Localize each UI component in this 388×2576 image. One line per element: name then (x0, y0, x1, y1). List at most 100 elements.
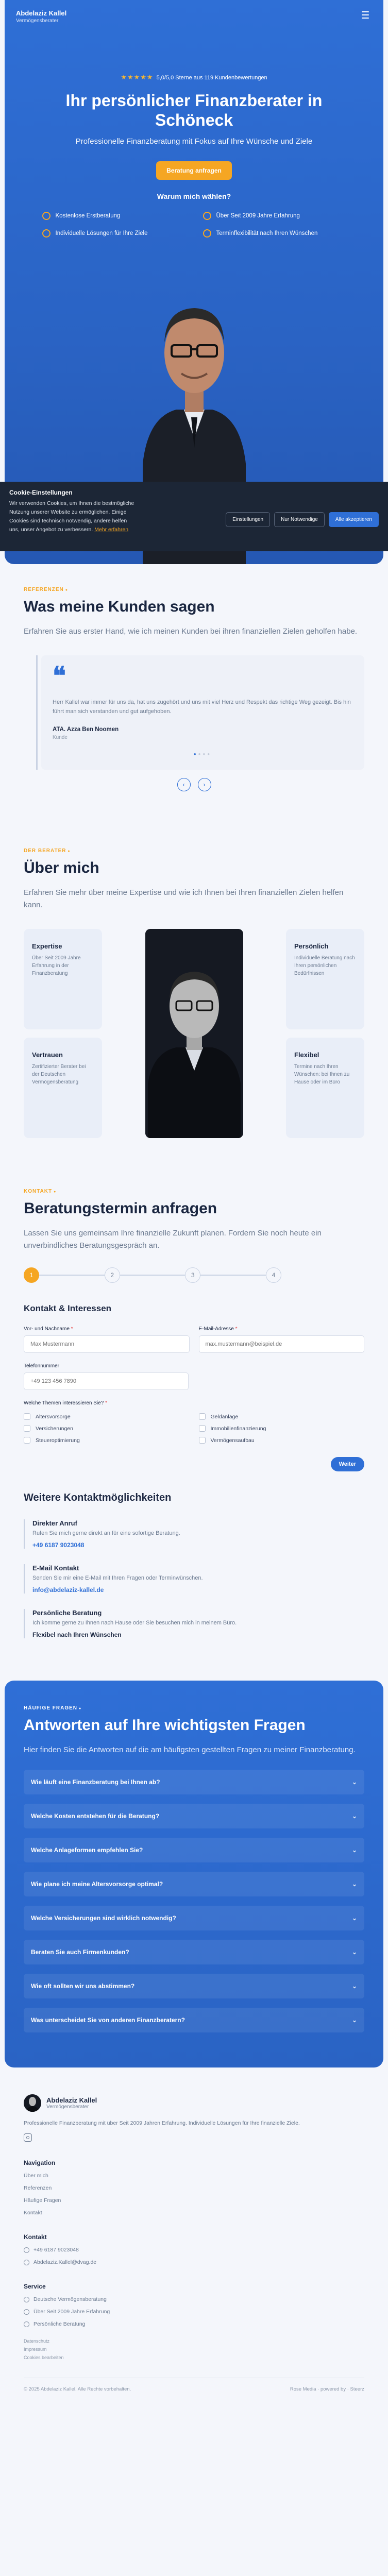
phone-link[interactable]: +49 6187 9023048 (32, 1541, 364, 1549)
cookie-banner: Cookie-Einstellungen Wir verwenden Cooki… (0, 482, 388, 551)
hero-lead: Professionelle Finanzberatung mit Fokus … (75, 137, 313, 146)
footer-name: Abdelaziz Kallel (46, 2096, 97, 2104)
topic-checkbox[interactable]: Steueroptimierung (24, 1437, 190, 1444)
topic-checkbox[interactable]: Geldanlage (198, 1413, 365, 1420)
section-intro: Lassen Sie uns gemeinsam Ihre finanziell… (24, 1229, 322, 1250)
quote-icon: ❝ (53, 662, 66, 690)
contact-block-text: Ich komme gerne zu Ihnen nach Hause oder… (32, 1620, 237, 1626)
cookie-settings-link[interactable]: Cookies bearbeiten (24, 2355, 364, 2360)
topic-checkbox[interactable]: Versicherungen (24, 1425, 190, 1432)
topic-checkbox[interactable]: Immobilienfinanzierung (198, 1425, 365, 1432)
section-title: Antworten auf Ihre wichtigsten Fragen (24, 1717, 306, 1734)
name-label: Vor- und Nachname * (24, 1326, 73, 1332)
name-input[interactable] (24, 1335, 190, 1353)
section-kicker: Der Berater (24, 848, 364, 854)
check-icon (24, 2296, 29, 2302)
carousel-dots[interactable]: ●●●● (53, 752, 353, 756)
faq-item[interactable]: Welche Versicherungen sind wirklich notw… (24, 1906, 364, 1930)
about-box-text: Zertifizierter Berater bei der Deutschen… (32, 1064, 86, 1085)
check-icon (24, 2309, 29, 2315)
chevron-right-icon[interactable]: › (197, 778, 211, 791)
faq-question: Wie plane ich meine Altersvorsorge optim… (31, 1880, 163, 1888)
faq-question: Beraten Sie auch Firmenkunden? (31, 1948, 129, 1956)
faq-item[interactable]: Wie oft sollten wir uns abstimmen? ⌄ (24, 1974, 364, 1998)
cookie-accept-button[interactable]: Alle akzeptieren (328, 512, 379, 527)
faq-item[interactable]: Welche Anlageformen empfehlen Sie? ⌄ (24, 1838, 364, 1862)
mail-icon (24, 2259, 29, 2265)
chevron-left-icon[interactable]: ‹ (177, 778, 191, 791)
email-link[interactable]: info@abdelaziz-kallel.de (32, 1586, 364, 1594)
request-consultation-button[interactable]: Beratung anfragen (156, 161, 232, 180)
phone-input[interactable] (24, 1372, 189, 1390)
footer-nav-link[interactable]: Kontakt (24, 2210, 364, 2216)
topic-label: Altersvorsorge (36, 1413, 71, 1420)
checkbox-icon[interactable] (198, 1413, 206, 1420)
footer-nav-link[interactable]: Referenzen (24, 2185, 364, 2191)
cookie-more-link[interactable]: Mehr erfahren (94, 527, 128, 533)
footer-phone[interactable]: +49 6187 9023048 (24, 2247, 364, 2253)
faq-item[interactable]: Was unterscheidet Sie von anderen Finanz… (24, 2008, 364, 2032)
privacy-link[interactable]: Datenschutz (24, 2338, 364, 2344)
footer-email[interactable]: Abdelaziz.Kallel@dvag.de (24, 2259, 364, 2265)
phone-label: Telefonnummer (24, 1363, 59, 1369)
section-title: Über mich (24, 859, 99, 876)
faq-item[interactable]: Wie läuft eine Finanzberatung bei Ihnen … (24, 1770, 364, 1794)
checkbox-icon[interactable] (198, 1425, 206, 1432)
imprint-link[interactable]: Impressum (24, 2347, 364, 2352)
feature-item: Terminflexibilität nach Ihren Wünschen (203, 229, 346, 238)
chevron-down-icon: ⌄ (351, 1778, 357, 1786)
checkbox-icon[interactable] (198, 1437, 206, 1444)
form-title: Kontakt & Interessen (24, 1303, 112, 1313)
step-1[interactable]: 1 (24, 1267, 39, 1283)
feature-item: Über Seit 2009 Jahre Erfahrung (203, 212, 346, 220)
topic-label: Immobilienfinanzierung (210, 1425, 266, 1432)
topic-checkbox[interactable]: Altersvorsorge (24, 1413, 190, 1420)
faq-question: Wie läuft eine Finanzberatung bei Ihnen … (31, 1778, 160, 1786)
about-box-title: Vertrauen (32, 1051, 63, 1059)
form-stepper: 1 2 3 4 (24, 1267, 282, 1283)
faq-item[interactable]: Wie plane ich meine Altersvorsorge optim… (24, 1872, 364, 1896)
topics-label-text: Welche Themen interessieren Sie? (24, 1400, 104, 1406)
avatar (24, 2094, 41, 2112)
topic-label: Versicherungen (36, 1425, 73, 1432)
checkbox-icon[interactable] (24, 1437, 30, 1444)
section-intro: Hier finden Sie die Antworten auf die am… (24, 1745, 356, 1754)
email-input[interactable] (198, 1335, 364, 1353)
footer-brand: Abdelaziz Kallel Vermögensberater (24, 2094, 364, 2112)
faq-item[interactable]: Welche Kosten entstehen für die Beratung… (24, 1804, 364, 1828)
footer-contact-title: Kontakt (24, 2233, 47, 2241)
checkbox-icon[interactable] (24, 1413, 30, 1420)
reviewer-role: Kunde (53, 735, 68, 740)
footer-bottom: © 2025 Abdelaziz Kallel. Alle Rechte vor… (24, 2378, 364, 2400)
brand[interactable]: Abdelaziz Kallel Vermögensberater (16, 9, 66, 24)
footer-nav-link[interactable]: Über mich (24, 2173, 364, 2179)
topics-label: Welche Themen interessieren Sie? * (24, 1400, 107, 1406)
next-step-button[interactable]: Weiter (330, 1457, 364, 1471)
menu-icon[interactable] (359, 9, 372, 21)
email-label-text: E-Mail-Adresse (198, 1326, 234, 1332)
credit-link[interactable]: Rose Media · powered by · Steerz (290, 2386, 364, 2392)
faq-item[interactable]: Beraten Sie auch Firmenkunden? ⌄ (24, 1940, 364, 1964)
step-4[interactable]: 4 (266, 1267, 282, 1283)
about-section: Der Berater Über mich Erfahren Sie mehr … (0, 791, 388, 1146)
footer-nav-link[interactable]: Häufige Fragen (24, 2197, 364, 2204)
feature-item: Kostenlose Erstberatung (42, 212, 185, 220)
cookie-necessary-button[interactable]: Nur Notwendige (274, 512, 325, 527)
footer: Abdelaziz Kallel Vermögensberater Profes… (0, 2067, 388, 2400)
footer-service-item: Über Seit 2009 Jahre Erfahrung (24, 2309, 364, 2315)
contact-block-text: Rufen Sie mich gerne direkt an für eine … (32, 1530, 180, 1536)
instagram-icon[interactable] (24, 2133, 32, 2142)
contact-options-title: Weitere Kontaktmöglichkeiten (24, 1492, 172, 1503)
chevron-down-icon: ⌄ (351, 1846, 357, 1854)
copyright: © 2025 Abdelaziz Kallel. Alle Rechte vor… (24, 2386, 131, 2392)
step-2[interactable]: 2 (104, 1267, 120, 1283)
cookie-settings-button[interactable]: Einstellungen (226, 512, 271, 527)
footer-phone-text: +49 6187 9023048 (33, 2247, 79, 2253)
about-grid: Expertise Über Seit 2009 Jahre Erfahrung … (24, 929, 364, 1146)
chevron-down-icon: ⌄ (351, 1880, 357, 1888)
checkbox-icon[interactable] (24, 1425, 30, 1432)
step-3[interactable]: 3 (185, 1267, 201, 1283)
feature-label: Über Seit 2009 Jahre Erfahrung (216, 213, 300, 219)
chevron-down-icon: ⌄ (351, 2016, 357, 2024)
topic-checkbox[interactable]: Vermögensaufbau (198, 1437, 365, 1444)
